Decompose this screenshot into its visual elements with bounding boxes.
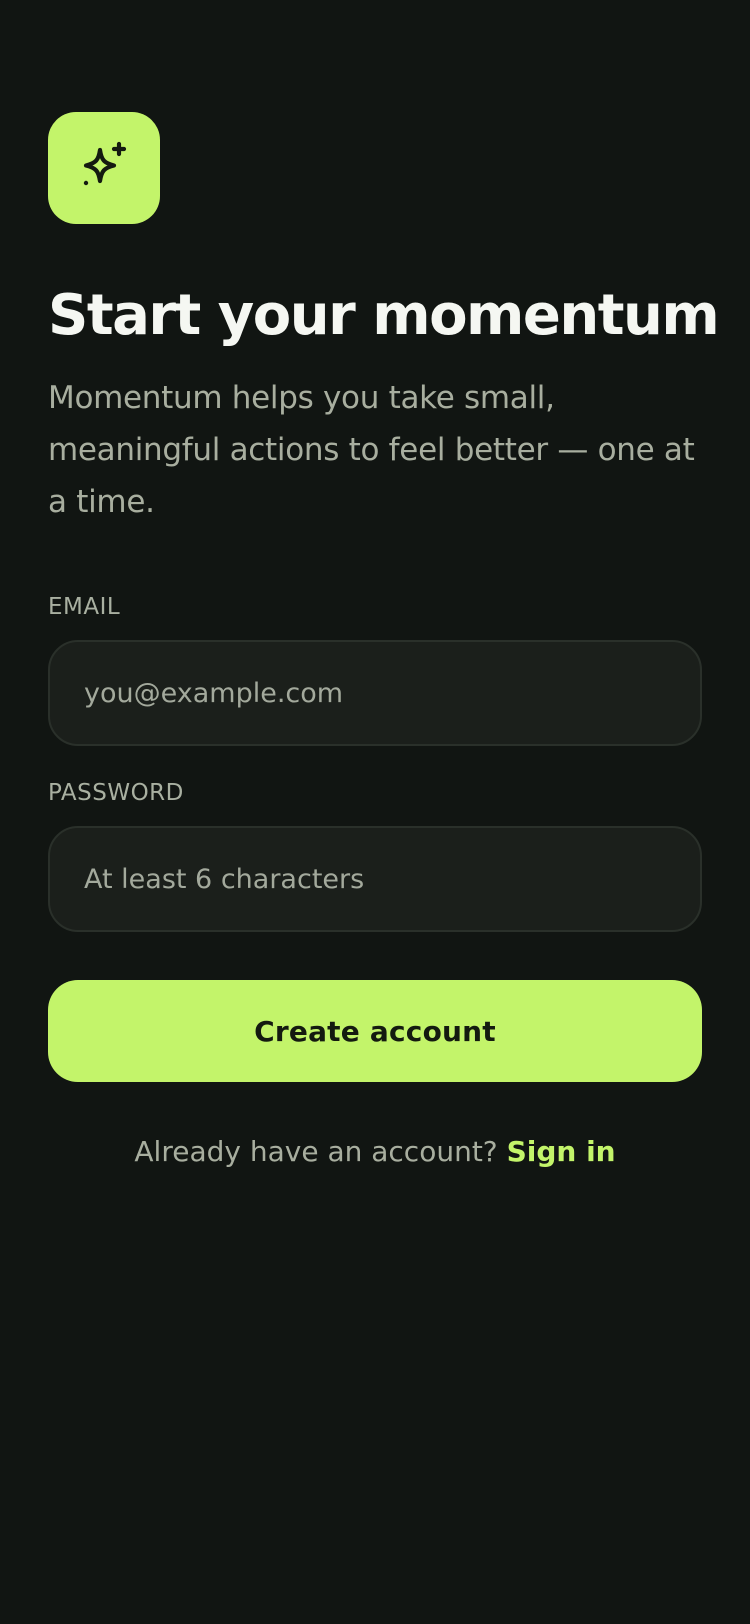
create-account-button[interactable]: Create account [48, 980, 702, 1082]
sign-in-link[interactable]: Sign in [507, 1135, 616, 1168]
page-title: Start your momentum [48, 283, 720, 348]
email-field-container [48, 640, 702, 746]
password-field-container [48, 826, 702, 932]
signin-prompt: Already have an account? Sign in [48, 1132, 702, 1172]
signup-screen: Start your momentum Momentum helps you t… [0, 0, 750, 1624]
sparkles-icon [83, 141, 127, 186]
page-subtitle: Momentum helps you take small, meaningfu… [48, 380, 695, 520]
app-logo [48, 112, 160, 224]
email-field[interactable] [82, 676, 668, 710]
signin-prompt-text: Already have an account? [134, 1135, 498, 1168]
password-label: PASSWORD [48, 780, 184, 806]
password-field[interactable] [82, 862, 668, 896]
email-label: EMAIL [48, 594, 121, 620]
